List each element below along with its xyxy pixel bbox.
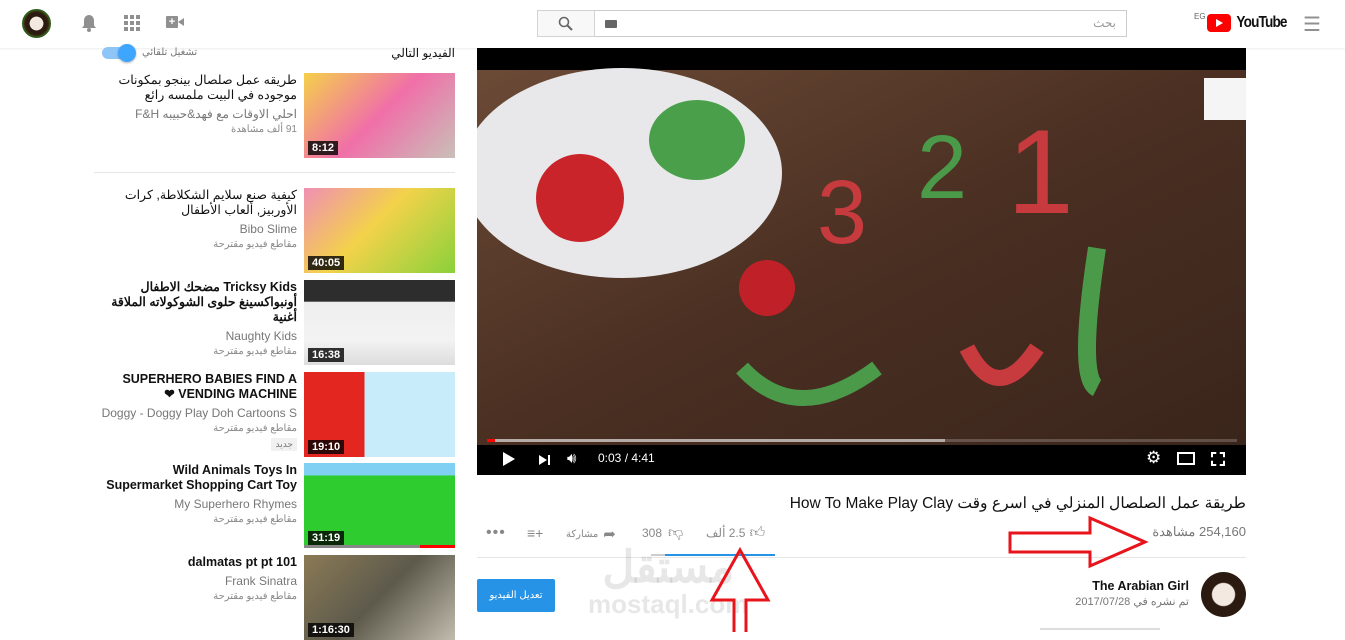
video-thumbnail[interactable]: 1:16:30	[304, 555, 455, 640]
channel-name: Bibo Slime	[239, 222, 297, 236]
sidebar-video-item[interactable]: 31:19 Wild Animals Toys In Supermarket S…	[94, 463, 455, 548]
video-title[interactable]: Tricksy Kids مضحك الاطفال أونبواكسينغ حل…	[97, 280, 297, 325]
play-logo-icon	[1207, 14, 1231, 32]
edit-video-button[interactable]: تعديل الفيديو	[477, 579, 555, 612]
svg-text:3: 3	[817, 163, 867, 263]
avatar[interactable]	[22, 9, 51, 38]
video-info: 91 ألف مشاهدة	[231, 124, 297, 135]
video-title[interactable]: SUPERHERO BABIES FIND A VENDING MACHINE …	[97, 372, 297, 402]
thumbs-up-icon: 👍︎	[749, 524, 766, 541]
sidebar-video-item[interactable]: 19:10 SUPERHERO BABIES FIND A VENDING MA…	[94, 372, 455, 457]
up-next-label: الفيديو التالي	[391, 46, 455, 60]
video-title[interactable]: طريقه عمل صلصال بينجو بمكونات موجوده في …	[97, 73, 297, 103]
svg-text:2: 2	[917, 118, 967, 218]
video-title[interactable]: كيفية صنع سلايم الشكلاطة, كرات الأوربيز,…	[97, 188, 297, 218]
search-placeholder: بحث	[1093, 16, 1116, 30]
sidebar-video-item[interactable]: 1:16:30 dalmatas pt pt 101 Frank Sinatra…	[94, 555, 455, 640]
svg-text:1: 1	[1007, 105, 1074, 239]
video-title[interactable]: Wild Animals Toys In Supermarket Shoppin…	[97, 463, 297, 493]
menu-icon[interactable]: ☰	[1300, 12, 1324, 36]
video-info: مقاطع فيديو مقترحة	[213, 239, 297, 250]
autoplay-label: تشغيل تلقائي	[142, 47, 198, 58]
video-thumbnail[interactable]: 31:19	[304, 463, 455, 548]
autoplay-toggle[interactable]	[102, 44, 136, 62]
played-bar	[487, 439, 496, 442]
search-icon	[558, 16, 573, 31]
share-button[interactable]: ➦ مشاركة	[566, 525, 616, 543]
video-title: طريقة عمل الصلصال المنزلي في اسرع وقت Ho…	[789, 495, 1246, 512]
settings-icon[interactable]: ⚙	[1146, 448, 1161, 468]
sidebar-video-item[interactable]: 8:12 طريقه عمل صلصال بينجو بمكونات موجود…	[94, 73, 455, 158]
video-info: مقاطع فيديو مقترحة	[213, 514, 297, 525]
duration-badge: 40:05	[308, 256, 345, 270]
dislike-count: 308	[642, 526, 663, 540]
search-input[interactable]: بحث	[594, 10, 1127, 37]
duration-badge: 1:16:30	[308, 623, 354, 637]
watched-progress	[304, 545, 455, 548]
top-bar: ☰ YouTube EG بحث +	[0, 0, 1345, 48]
theater-mode-icon[interactable]	[1177, 452, 1195, 465]
video-thumbnail[interactable]: 19:10	[304, 372, 455, 457]
video-info: مقاطع فيديو مقترحة	[213, 591, 297, 602]
right-arrow-annotation	[1008, 515, 1149, 569]
duration-badge: 16:38	[308, 348, 345, 362]
like-count: 2.5 ألف	[706, 526, 746, 540]
like-button[interactable]: 👍︎ 2.5 ألف	[706, 524, 765, 542]
progress-bar[interactable]	[487, 439, 1237, 442]
duration-badge: 8:12	[308, 141, 339, 155]
search-button[interactable]	[537, 10, 595, 37]
sidebar-divider	[94, 172, 455, 173]
dislike-button[interactable]: 308 👎︎	[642, 524, 683, 542]
video-thumbnail[interactable]: 8:12	[304, 73, 455, 158]
channel-name: احلي الاوقات مع فهد&حبيبه F&H	[135, 107, 297, 121]
more-actions-icon[interactable]: •••	[486, 524, 506, 542]
sidebar-video-item[interactable]: 40:05 كيفية صنع سلايم الشكلاطة, كرات الأ…	[94, 188, 455, 273]
share-icon: ➦	[603, 526, 616, 543]
youtube-logo[interactable]: YouTube	[1207, 14, 1291, 32]
country-code: EG	[1194, 12, 1206, 21]
logo-text: YouTube	[1236, 14, 1287, 31]
duration-badge: 19:10	[308, 440, 345, 454]
mostaql-watermark: مستقل mostaql.com	[588, 543, 749, 619]
video-info: مقاطع فيديو مقترحة	[213, 423, 297, 434]
video-player[interactable]: 3 2 1 🔊︎ 0:03 / 4:41 ⚙	[477, 48, 1246, 475]
share-label: مشاركة	[566, 528, 599, 540]
video-thumbnail[interactable]: 16:38	[304, 280, 455, 365]
new-badge: جديد	[271, 438, 297, 451]
video-info: مقاطع فيديو مقترحة	[213, 346, 297, 357]
keyboard-icon[interactable]	[605, 20, 617, 28]
fullscreen-icon[interactable]	[1211, 452, 1225, 466]
volume-icon[interactable]: 🔊︎	[567, 450, 576, 467]
channel-avatar[interactable]	[1201, 572, 1246, 617]
apps-icon[interactable]	[124, 15, 140, 31]
channel-name[interactable]: The Arabian Girl	[1092, 579, 1189, 593]
channel-name: Doggy - Doggy Play Doh Cartoons S	[101, 406, 297, 420]
channel-name: Frank Sinatra	[224, 574, 297, 588]
video-thumbnail[interactable]: 40:05	[304, 188, 455, 273]
view-count: 254,160 مشاهدة	[1152, 524, 1246, 539]
bell-icon[interactable]	[80, 13, 98, 33]
description-snippet	[1040, 628, 1160, 630]
add-to-playlist-icon[interactable]: ≡+	[527, 525, 543, 541]
video-camera-icon[interactable]: +	[166, 16, 184, 28]
channel-name: Naughty Kids	[225, 329, 297, 343]
video-frame: 3 2 1	[477, 68, 1246, 445]
buffered-bar	[487, 439, 945, 442]
duration-badge: 31:19	[308, 531, 345, 545]
publish-date: تم نشره في 2017/07/28	[1075, 596, 1189, 608]
thumbs-down-icon: 👎︎	[668, 524, 684, 541]
next-icon[interactable]	[539, 454, 551, 466]
video-title[interactable]: dalmatas pt pt 101	[97, 555, 297, 570]
time-display: 0:03 / 4:41	[598, 451, 655, 465]
channel-name: My Superhero Rhymes	[174, 497, 297, 511]
play-icon[interactable]	[503, 452, 515, 466]
sidebar-video-item[interactable]: 16:38 Tricksy Kids مضحك الاطفال أونبواكس…	[94, 280, 455, 365]
